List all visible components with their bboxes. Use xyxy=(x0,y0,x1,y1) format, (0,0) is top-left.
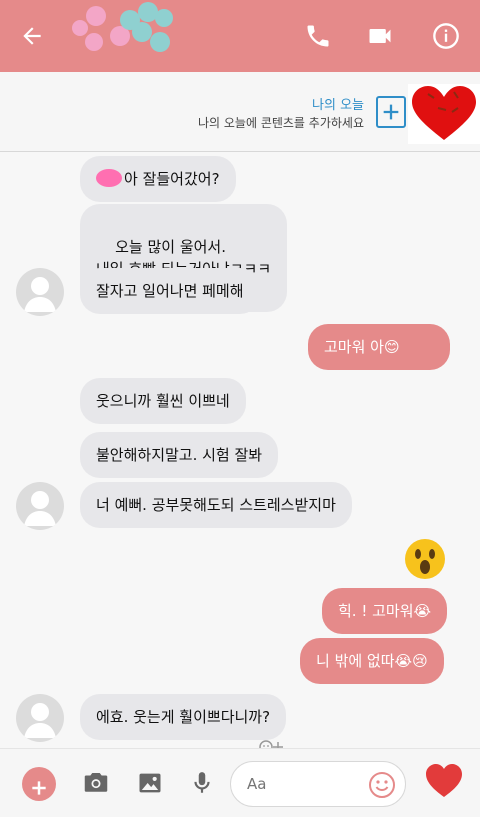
message-text: 웃으니까 훨씬 이쁘네 xyxy=(96,392,230,410)
voice-call-button[interactable] xyxy=(296,14,340,58)
avatar[interactable] xyxy=(16,694,64,742)
gallery-icon xyxy=(139,773,161,793)
message-text: 니 밖에 없따😭😢 xyxy=(316,652,428,670)
camera-icon xyxy=(84,773,108,792)
message-text: 불안해하지말고. 시험 잘봐 xyxy=(96,446,263,464)
message-text: 고마워 아😊 xyxy=(324,338,400,356)
message-incoming[interactable]: 불안해하지말고. 시험 잘봐 xyxy=(80,432,279,478)
video-camera-icon xyxy=(369,29,391,43)
message-outgoing[interactable]: 니 밖에 없따😭😢 xyxy=(300,638,444,684)
message-text: 아 잘들어갔어? xyxy=(124,170,220,188)
story-subtitle: 나의 오늘에 콘텐츠를 추가하세요 xyxy=(197,116,364,130)
message-text: 힉. ! 고마워😭 xyxy=(338,602,432,620)
message-list[interactable]: 아 잘들어갔어? 오늘 많이 울어서. 내일 호빵 되는거아냐ㅋㅋㅋ 잘자고 일… xyxy=(0,152,480,748)
default-avatar-icon xyxy=(24,491,56,526)
default-avatar-icon xyxy=(24,277,56,312)
profile-sticker-icon xyxy=(72,2,173,52)
message-incoming[interactable]: 너 예뻐. 공부못해도되 스트레스받지마 xyxy=(80,482,352,528)
back-button[interactable] xyxy=(10,14,54,58)
message-incoming[interactable]: 에효. 웃는게 훨이쁘다니까? xyxy=(80,694,287,740)
add-story-button[interactable] xyxy=(376,96,406,128)
message-text: 잘자고 일어나면 페메해 xyxy=(96,282,244,300)
info-button[interactable] xyxy=(424,14,468,58)
message-incoming[interactable]: 아 잘들어갔어? xyxy=(80,156,236,202)
message-incoming[interactable]: 잘자고 일어나면 페메해 xyxy=(80,268,260,314)
video-call-button[interactable] xyxy=(358,14,402,58)
more-actions-button[interactable] xyxy=(22,767,56,801)
message-input[interactable] xyxy=(247,774,357,794)
plus-icon xyxy=(383,104,399,120)
message-input-box[interactable] xyxy=(230,761,406,807)
avatar[interactable] xyxy=(16,268,64,316)
message-outgoing[interactable]: 고마워 아😊 xyxy=(308,324,450,370)
phone-icon xyxy=(307,25,329,47)
story-title[interactable]: 나의 오늘 xyxy=(312,94,364,113)
voice-message-button[interactable] xyxy=(184,765,220,801)
gallery-button[interactable] xyxy=(132,765,168,801)
smile-icon[interactable] xyxy=(367,770,397,800)
plus-icon xyxy=(32,780,46,795)
composer-bar xyxy=(0,748,480,817)
back-arrow-icon xyxy=(23,27,41,45)
chat-header xyxy=(0,0,480,72)
message-text: 너 예뻐. 공부못해도되 스트레스받지마 xyxy=(96,496,336,514)
camera-button[interactable] xyxy=(78,765,114,801)
heart-sticker-icon xyxy=(96,169,122,187)
info-icon xyxy=(433,23,459,49)
heart-icon[interactable] xyxy=(424,761,464,801)
message-outgoing[interactable]: 힉. ! 고마워😭 xyxy=(322,588,448,634)
surprised-emoji-icon xyxy=(405,539,445,579)
avatar[interactable] xyxy=(16,482,64,530)
microphone-icon xyxy=(194,772,210,793)
message-text: 에효. 웃는게 훨이쁘다니까? xyxy=(96,708,271,726)
story-thumbnail-heart[interactable] xyxy=(408,84,480,144)
message-incoming[interactable]: 웃으니까 훨씬 이쁘네 xyxy=(80,378,246,424)
default-avatar-icon xyxy=(24,703,56,738)
add-reaction-icon[interactable] xyxy=(256,738,286,748)
